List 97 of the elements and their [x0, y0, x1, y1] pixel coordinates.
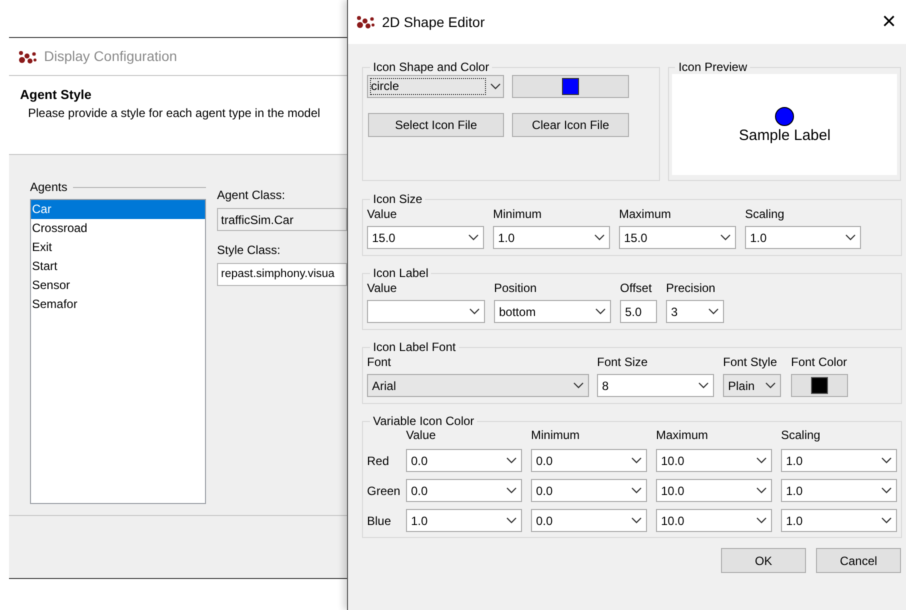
field-label: Minimum: [493, 206, 543, 222]
group-title: Icon Label Font: [372, 340, 457, 354]
dropdown-field[interactable]: [367, 300, 485, 323]
text-field[interactable]: 5.0: [620, 300, 657, 323]
group-title: Icon Size: [372, 192, 424, 206]
shape-dropdown[interactable]: circle: [367, 75, 504, 98]
column-header: Maximum: [656, 428, 710, 442]
sample-label: Sample Label: [738, 126, 831, 146]
dropdown-field[interactable]: bottom: [494, 300, 611, 323]
row-label: Red: [367, 452, 390, 470]
group-title: Agents: [30, 179, 68, 196]
field-label: Offset: [620, 280, 653, 296]
dropdown-field[interactable]: 8: [597, 374, 714, 397]
dropdown-field[interactable]: 1.0: [406, 509, 522, 532]
chevron-down-icon: [506, 457, 517, 464]
chevron-down-icon: [573, 382, 584, 389]
text-field[interactable]: repast.simphony.visua: [217, 263, 347, 286]
chevron-down-icon: [506, 517, 517, 524]
chevron-down-icon: [490, 83, 501, 90]
header-title: Agent Style: [20, 86, 93, 104]
field-label: Scaling: [745, 206, 786, 222]
field-label: Value: [367, 206, 398, 222]
chevron-down-icon: [468, 234, 479, 241]
chevron-down-icon: [756, 517, 767, 524]
dropdown-field[interactable]: 0.0: [406, 449, 522, 472]
field-label: Maximum: [619, 206, 672, 222]
app-logo-icon: [356, 15, 376, 29]
close-button[interactable]: ×: [880, 10, 898, 34]
dropdown-field[interactable]: 15.0: [619, 226, 736, 249]
field-label: Position: [494, 280, 538, 296]
dropdown-field[interactable]: 3: [666, 300, 724, 323]
chevron-down-icon: [765, 382, 776, 389]
chevron-down-icon: [631, 457, 642, 464]
dropdown-field[interactable]: Arial: [367, 374, 589, 397]
chevron-down-icon: [506, 487, 517, 494]
dropdown-field[interactable]: 1.0: [745, 226, 861, 249]
column-header: Scaling: [781, 428, 822, 442]
field-label: Font Color: [791, 354, 848, 370]
chevron-down-icon: [881, 517, 892, 524]
row-label: Green: [367, 482, 397, 500]
dropdown-field[interactable]: 1.0: [493, 226, 610, 249]
file-button[interactable]: Select Icon File: [368, 113, 504, 137]
chevron-down-icon: [845, 234, 856, 241]
color-button[interactable]: [512, 75, 629, 98]
chevron-down-icon: [469, 308, 480, 315]
color-button[interactable]: [791, 374, 848, 397]
chevron-down-icon: [881, 457, 892, 464]
dropdown-field[interactable]: 1.0: [781, 449, 897, 472]
group-title: Variable Icon Color: [372, 414, 476, 428]
field-label: Font: [367, 354, 392, 370]
text-field[interactable]: trafficSim.Car: [217, 208, 347, 231]
dropdown-field[interactable]: 10.0: [656, 509, 772, 532]
window-title: Display Configuration: [44, 47, 178, 66]
dropdown-field[interactable]: 0.0: [531, 509, 647, 532]
chevron-down-icon: [594, 234, 605, 241]
group-title: Icon Preview: [677, 60, 748, 74]
field-label: Agent Class:: [217, 187, 286, 204]
window-title: 2D Shape Editor: [382, 12, 486, 32]
dropdown-field[interactable]: 0.0: [406, 479, 522, 502]
list-item[interactable]: Crossroad: [31, 219, 205, 238]
list-item[interactable]: Car: [31, 200, 205, 219]
list-item[interactable]: Exit: [31, 238, 205, 257]
field-label: Font Size: [597, 354, 649, 370]
chevron-down-icon: [756, 487, 767, 494]
column-header: Value: [406, 428, 437, 442]
row-label: Blue: [367, 512, 392, 530]
chevron-down-icon: [595, 308, 606, 315]
group-title: Icon Shape and Color: [372, 60, 490, 74]
header-description: Please provide a style for each agent type in the model: [27, 105, 322, 122]
chevron-down-icon: [708, 308, 719, 315]
field-label: Style Class:: [217, 242, 282, 259]
dropdown-field[interactable]: 10.0: [656, 449, 772, 472]
chevron-down-icon: [881, 487, 892, 494]
list-item[interactable]: Semafor: [31, 295, 205, 314]
dropdown-field[interactable]: 10.0: [656, 479, 772, 502]
chevron-down-icon: [720, 234, 731, 241]
field-label: Value: [367, 280, 398, 296]
dropdown-field[interactable]: 15.0: [367, 226, 484, 249]
dropdown-field[interactable]: 1.0: [781, 509, 897, 532]
app-logo-icon: [18, 50, 38, 64]
dropdown-field[interactable]: 0.0: [531, 449, 647, 472]
file-button[interactable]: Clear Icon File: [512, 113, 629, 137]
dropdown-field[interactable]: Plain: [723, 374, 781, 397]
dropdown-field[interactable]: 1.0: [781, 479, 897, 502]
field-label: Precision: [666, 280, 716, 296]
chevron-down-icon: [756, 457, 767, 464]
list-item[interactable]: Sensor: [31, 276, 205, 295]
field-label: Font Style: [723, 354, 778, 370]
dropdown-field[interactable]: 0.0: [531, 479, 647, 502]
list-item[interactable]: Start: [31, 257, 205, 276]
cancel-button[interactable]: Cancel: [816, 548, 901, 573]
group-title: Icon Label: [372, 266, 430, 280]
column-header: Minimum: [531, 428, 581, 442]
ok-button[interactable]: OK: [721, 548, 806, 573]
chevron-down-icon: [698, 382, 709, 389]
chevron-down-icon: [631, 517, 642, 524]
chevron-down-icon: [631, 487, 642, 494]
